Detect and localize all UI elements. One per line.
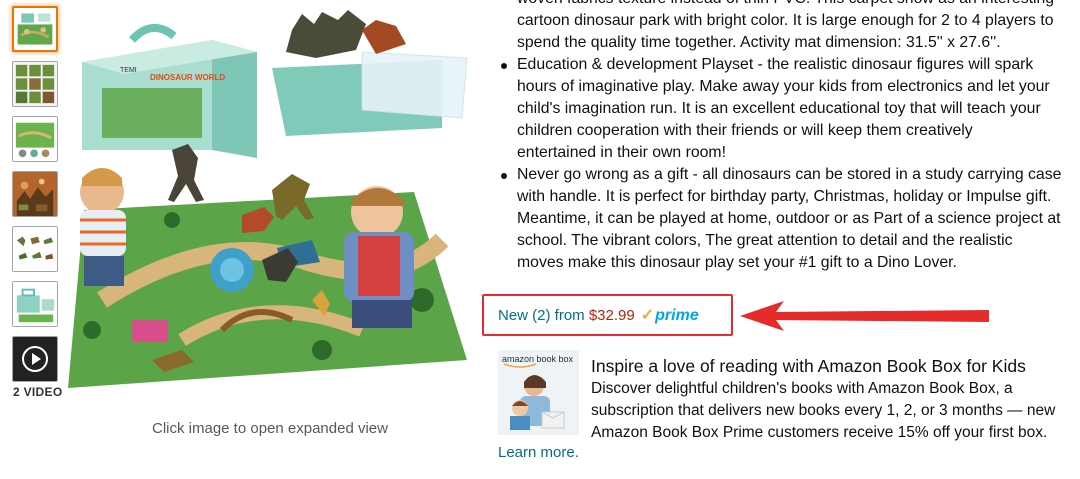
bullet-line: school. The vibrant colors, The great at…	[517, 232, 1013, 249]
bullet-line: cartoon dinosaur park with bright color.…	[517, 12, 1054, 29]
bullet-line: children cooperation with their friends …	[517, 122, 973, 139]
bullet-line: child's imagination run. It is an excell…	[517, 100, 1041, 117]
bullet-line: Meantime, it can be played at home, outd…	[517, 210, 1061, 227]
thumb-carry-case[interactable]	[12, 281, 58, 327]
thumb-dinosaur-collection[interactable]	[12, 171, 58, 217]
thumb-dinosaur-grid[interactable]	[12, 61, 58, 107]
thumb-dinosaur-lineup[interactable]	[12, 226, 58, 272]
bullet-line: hours of imaginative play. Make away you…	[517, 78, 1050, 95]
box-brand-text: TEMI	[120, 67, 137, 74]
bullet-continuation: woven fabrics texture instead of thin PV…	[498, 0, 1070, 54]
bullet-line: Education & development Playset - the re…	[517, 56, 1034, 73]
video-thumbnail[interactable]	[12, 336, 58, 382]
bookbox-line: Discover delightful children's books wit…	[591, 380, 1013, 397]
thumb-mat-detail[interactable]	[12, 116, 58, 162]
box-title-text: DINOSAUR WORLD	[150, 73, 225, 82]
bookbox-image[interactable]: amazon book box	[498, 350, 579, 435]
main-product-image[interactable]: TEMI DINOSAUR WORLD	[62, 0, 480, 396]
bullet-line: Never go wrong as a gift - all dinosaurs…	[517, 166, 1062, 183]
bullet-gift: Never go wrong as a gift - all dinosaurs…	[498, 164, 1070, 274]
prime-badge[interactable]: ✓ prime	[641, 305, 699, 325]
bullet-line: woven fabrics texture instead of thin PV…	[517, 0, 1070, 10]
thumbnail-strip	[12, 6, 60, 391]
bookbox-title: Inspire a love of reading with Amazon Bo…	[591, 356, 1026, 376]
annotation-arrow-icon	[740, 301, 989, 331]
offer-price: $32.99	[588, 307, 635, 324]
prime-label: prime	[655, 307, 699, 324]
learn-more-link[interactable]: Learn more.	[498, 444, 579, 461]
bullet-line: with handle. It is perfect for birthday …	[517, 188, 1052, 205]
bullet-line: moves make this dinosaur play set your #…	[517, 254, 957, 271]
bullet-line: entertained in their own room!	[517, 144, 726, 161]
bullet-education: Education & development Playset - the re…	[498, 54, 1070, 164]
bookbox-promo: Inspire a love of reading with Amazon Bo…	[591, 354, 1071, 444]
video-count-label: 2 VIDEO	[13, 385, 63, 399]
feature-bullets: woven fabrics texture instead of thin PV…	[498, 0, 1070, 274]
new-offers-link[interactable]: New (2) from $32.99	[498, 307, 635, 324]
bookbox-description: Discover delightful children's books wit…	[591, 378, 1071, 444]
bookbox-logo-text: amazon book box	[502, 354, 574, 364]
new-offers-row: New (2) from $32.99 ✓ prime	[498, 305, 699, 325]
new-offers-label: New (2) from	[498, 307, 589, 324]
bookbox-line: subscription that delivers new books eve…	[591, 402, 1056, 419]
bullet-line: spend the quality time together. Activit…	[517, 34, 1001, 51]
thumb-playset-mat[interactable]	[12, 6, 58, 52]
play-icon	[22, 346, 48, 372]
bookbox-line: Amazon Book Box Prime customers receive …	[591, 424, 1048, 441]
expand-image-caption: Click image to open expanded view	[152, 420, 388, 437]
prime-check-icon: ✓	[640, 307, 655, 324]
